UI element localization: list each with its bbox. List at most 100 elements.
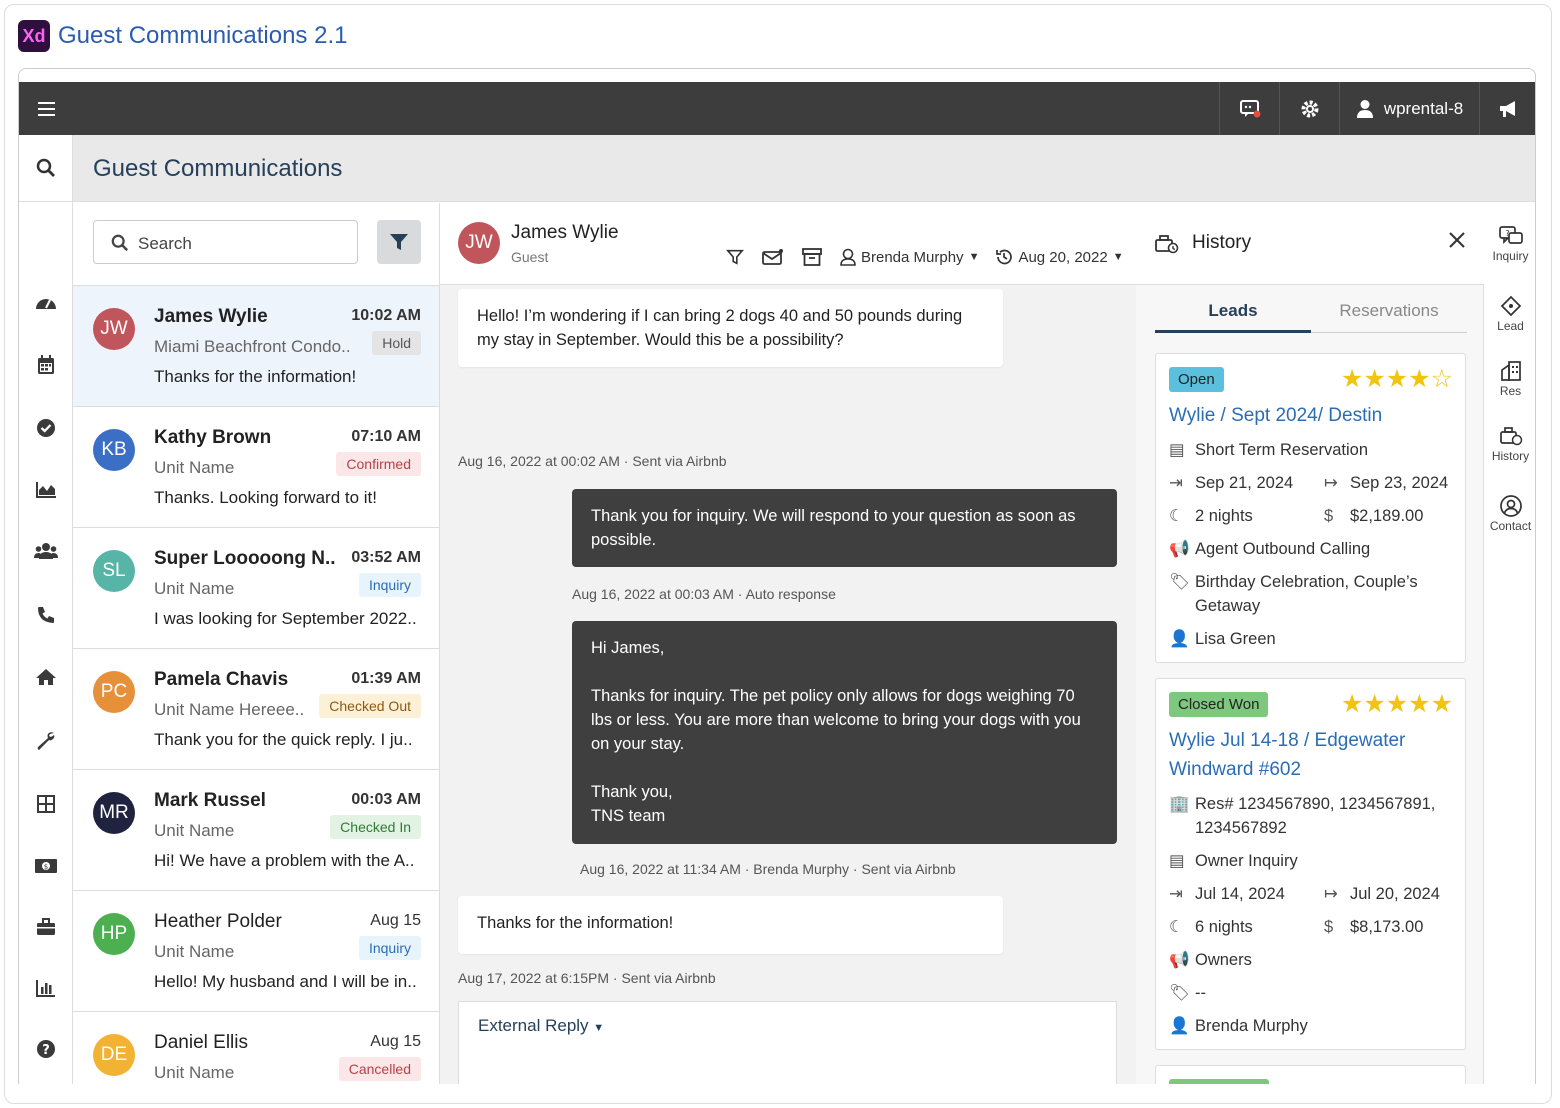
nav-payments[interactable]: $ (19, 851, 73, 881)
mail-icon (762, 249, 783, 265)
search-input[interactable]: Search (93, 220, 358, 264)
amount: $8,173.00 (1350, 918, 1424, 936)
history-icon (1155, 235, 1179, 254)
history-header: History (1136, 203, 1484, 285)
avatar: HP (93, 913, 135, 955)
message-preview: I was looking for September 2022.. (154, 609, 417, 628)
message-time: 01:39 AM (351, 670, 421, 687)
avatar: PC (93, 671, 135, 713)
lead-card[interactable]: Open ★★★★☆ Wylie / Sept 2024/ Destin ▤ Sh… (1155, 353, 1466, 663)
archive-icon (802, 248, 822, 266)
conversation-item[interactable]: MR Mark Russel 00:03 AM Unit Name Checked In… (73, 769, 439, 890)
rail-contact-button[interactable]: Contact (1484, 493, 1535, 533)
avatar: SL (93, 550, 135, 592)
checkout-date: Sep 23, 2024 (1350, 474, 1449, 492)
rail-history-label: History (1491, 449, 1530, 463)
lead-diamond-icon (1500, 295, 1521, 317)
history-panel: History Leads Reservations Open ★★★★☆ Wy… (1136, 203, 1484, 1084)
nav-units[interactable] (19, 789, 73, 819)
tab-leads[interactable]: Leads (1155, 301, 1311, 333)
nav-calendar[interactable] (19, 350, 73, 380)
lead-status-badge: Open (1169, 367, 1224, 392)
nav-properties[interactable] (19, 662, 73, 692)
nav-tasks[interactable] (19, 413, 73, 443)
rail-inquiry-button[interactable]: ? Inquiry (1484, 223, 1535, 263)
lead-title-link[interactable]: Wylie / Sept 2024/ Destin (1169, 401, 1459, 430)
nav-dashboard[interactable] (19, 287, 73, 317)
nav-owners[interactable] (19, 912, 73, 942)
grid-icon (37, 795, 55, 813)
message-preview: Hello! My husband and I will be in.. (154, 972, 417, 991)
agent-row: 👤 Brenda Murphy (1169, 1014, 1308, 1038)
checkout-date: Jul 20, 2024 (1350, 885, 1440, 903)
announcements-button[interactable] (1479, 82, 1535, 135)
list-icon: ▤ (1169, 441, 1185, 459)
megaphone-icon: 📢 (1169, 540, 1190, 558)
lead-agent: Brenda Murphy (1195, 1017, 1308, 1035)
conversation-item[interactable]: PC Pamela Chavis 01:39 AM Unit Name Hereee.… (73, 648, 439, 769)
conversation-item[interactable]: JW James Wylie 10:02 AM Miami Beachfront Co… (73, 285, 439, 406)
date-dropdown[interactable]: Aug 20, 2022 ▼ (995, 248, 1124, 266)
message-time: 10:02 AM (351, 307, 421, 324)
nav-help[interactable]: ? (19, 1034, 73, 1064)
agent-icon: 👤 (1169, 630, 1190, 648)
messages-button[interactable] (1219, 82, 1279, 135)
filter-icon (390, 234, 408, 250)
user-menu-button[interactable]: wprental-8 (1339, 82, 1479, 135)
guest-name: Kathy Brown (154, 427, 272, 448)
global-search-button[interactable] (19, 135, 73, 202)
archive-button[interactable] (802, 248, 822, 266)
rail-res-button[interactable]: Res (1484, 358, 1535, 398)
building-icon (1500, 361, 1521, 381)
bar-chart-icon (36, 980, 55, 997)
email-button[interactable] (762, 248, 784, 266)
assignee-dropdown[interactable]: Brenda Murphy ▼ (840, 248, 979, 266)
settings-button[interactable] (1279, 82, 1339, 135)
lead-card-partial[interactable] (1155, 1065, 1466, 1084)
conversation-item[interactable]: DE Daniel Ellis Aug 15 Unit Name Cancelled (73, 1011, 439, 1084)
nav-guests[interactable] (19, 536, 73, 566)
conversation-item[interactable]: HP Heather Polder Aug 15 Unit Name Inquiry He… (73, 890, 439, 1011)
caret-down-icon: ▼ (1112, 251, 1124, 263)
conversation-item[interactable]: SL Super Looooong N.. 03:52 AM Unit Name Inq… (73, 527, 439, 648)
message-bubble-outgoing: Hi James, Thanks for inquiry. The pet po… (572, 621, 1117, 844)
nav-reports[interactable] (19, 973, 73, 1003)
star-filled-icon: ★ (1363, 365, 1386, 393)
message-meta: Aug 16, 2022 at 00:02 AM · Sent via Airb… (458, 453, 727, 469)
amount-row: $ $2,189.00 (1324, 504, 1423, 528)
guest-avatar: JW (458, 222, 500, 264)
dollar-circle-icon: $ (1324, 507, 1334, 525)
tags-row: 🏷 Birthday Celebration, Couple’s Getaway (1169, 570, 1454, 618)
rail-lead-button[interactable]: Lead (1484, 293, 1535, 333)
tags-row: 🏷 -- (1169, 981, 1206, 1005)
megaphone-icon (1499, 100, 1515, 117)
message-meta: Aug 16, 2022 at 11:34 AM · Brenda Murphy… (580, 861, 956, 877)
lead-tags: -- (1195, 984, 1206, 1002)
guest-name: Super Looooong N.. (154, 548, 336, 569)
agent-row: 👤 Lisa Green (1169, 627, 1276, 651)
conversation-list: Search JW James Wylie 10:02 AM Miami Beachf… (73, 203, 440, 1084)
nav-analytics[interactable] (19, 475, 73, 505)
lead-title-link[interactable]: Wylie Jul 14-18 / Edgewater Windward #60… (1169, 726, 1429, 784)
lead-card[interactable]: Closed Won ★★★★★ Wylie Jul 14-18 / Edgew… (1155, 678, 1466, 1050)
reply-composer[interactable]: External Reply ▼ B I U S | 123 | (458, 1001, 1117, 1084)
chat-alert-icon (1239, 99, 1260, 117)
close-history-button[interactable] (1448, 231, 1466, 249)
dollar-circle-icon: $ (1324, 918, 1334, 936)
right-tool-rail: ? Inquiry Lead Res History Contact (1484, 203, 1535, 1084)
nav-maintenance[interactable] (19, 726, 73, 756)
svg-text:?: ? (1505, 229, 1509, 238)
rail-history-button[interactable]: History (1484, 423, 1535, 463)
menu-button[interactable] (19, 82, 73, 135)
sign-in-icon: ⇥ (1169, 474, 1183, 492)
conversation-item[interactable]: KB Kathy Brown 07:10 AM Unit Name Confirmed T… (73, 406, 439, 527)
nav-calls[interactable] (19, 600, 73, 630)
tab-reservations[interactable]: Reservations (1311, 301, 1467, 321)
filter-button[interactable] (377, 220, 421, 264)
message-time: Aug 15 (370, 1033, 421, 1050)
top-bar: wprental-8 (19, 82, 1535, 135)
reply-mode-dropdown[interactable]: External Reply ▼ (478, 1016, 604, 1036)
username: wprental-8 (1383, 98, 1464, 118)
guest-name: Heather Polder (154, 911, 282, 932)
chat-filter-button[interactable] (726, 248, 744, 266)
